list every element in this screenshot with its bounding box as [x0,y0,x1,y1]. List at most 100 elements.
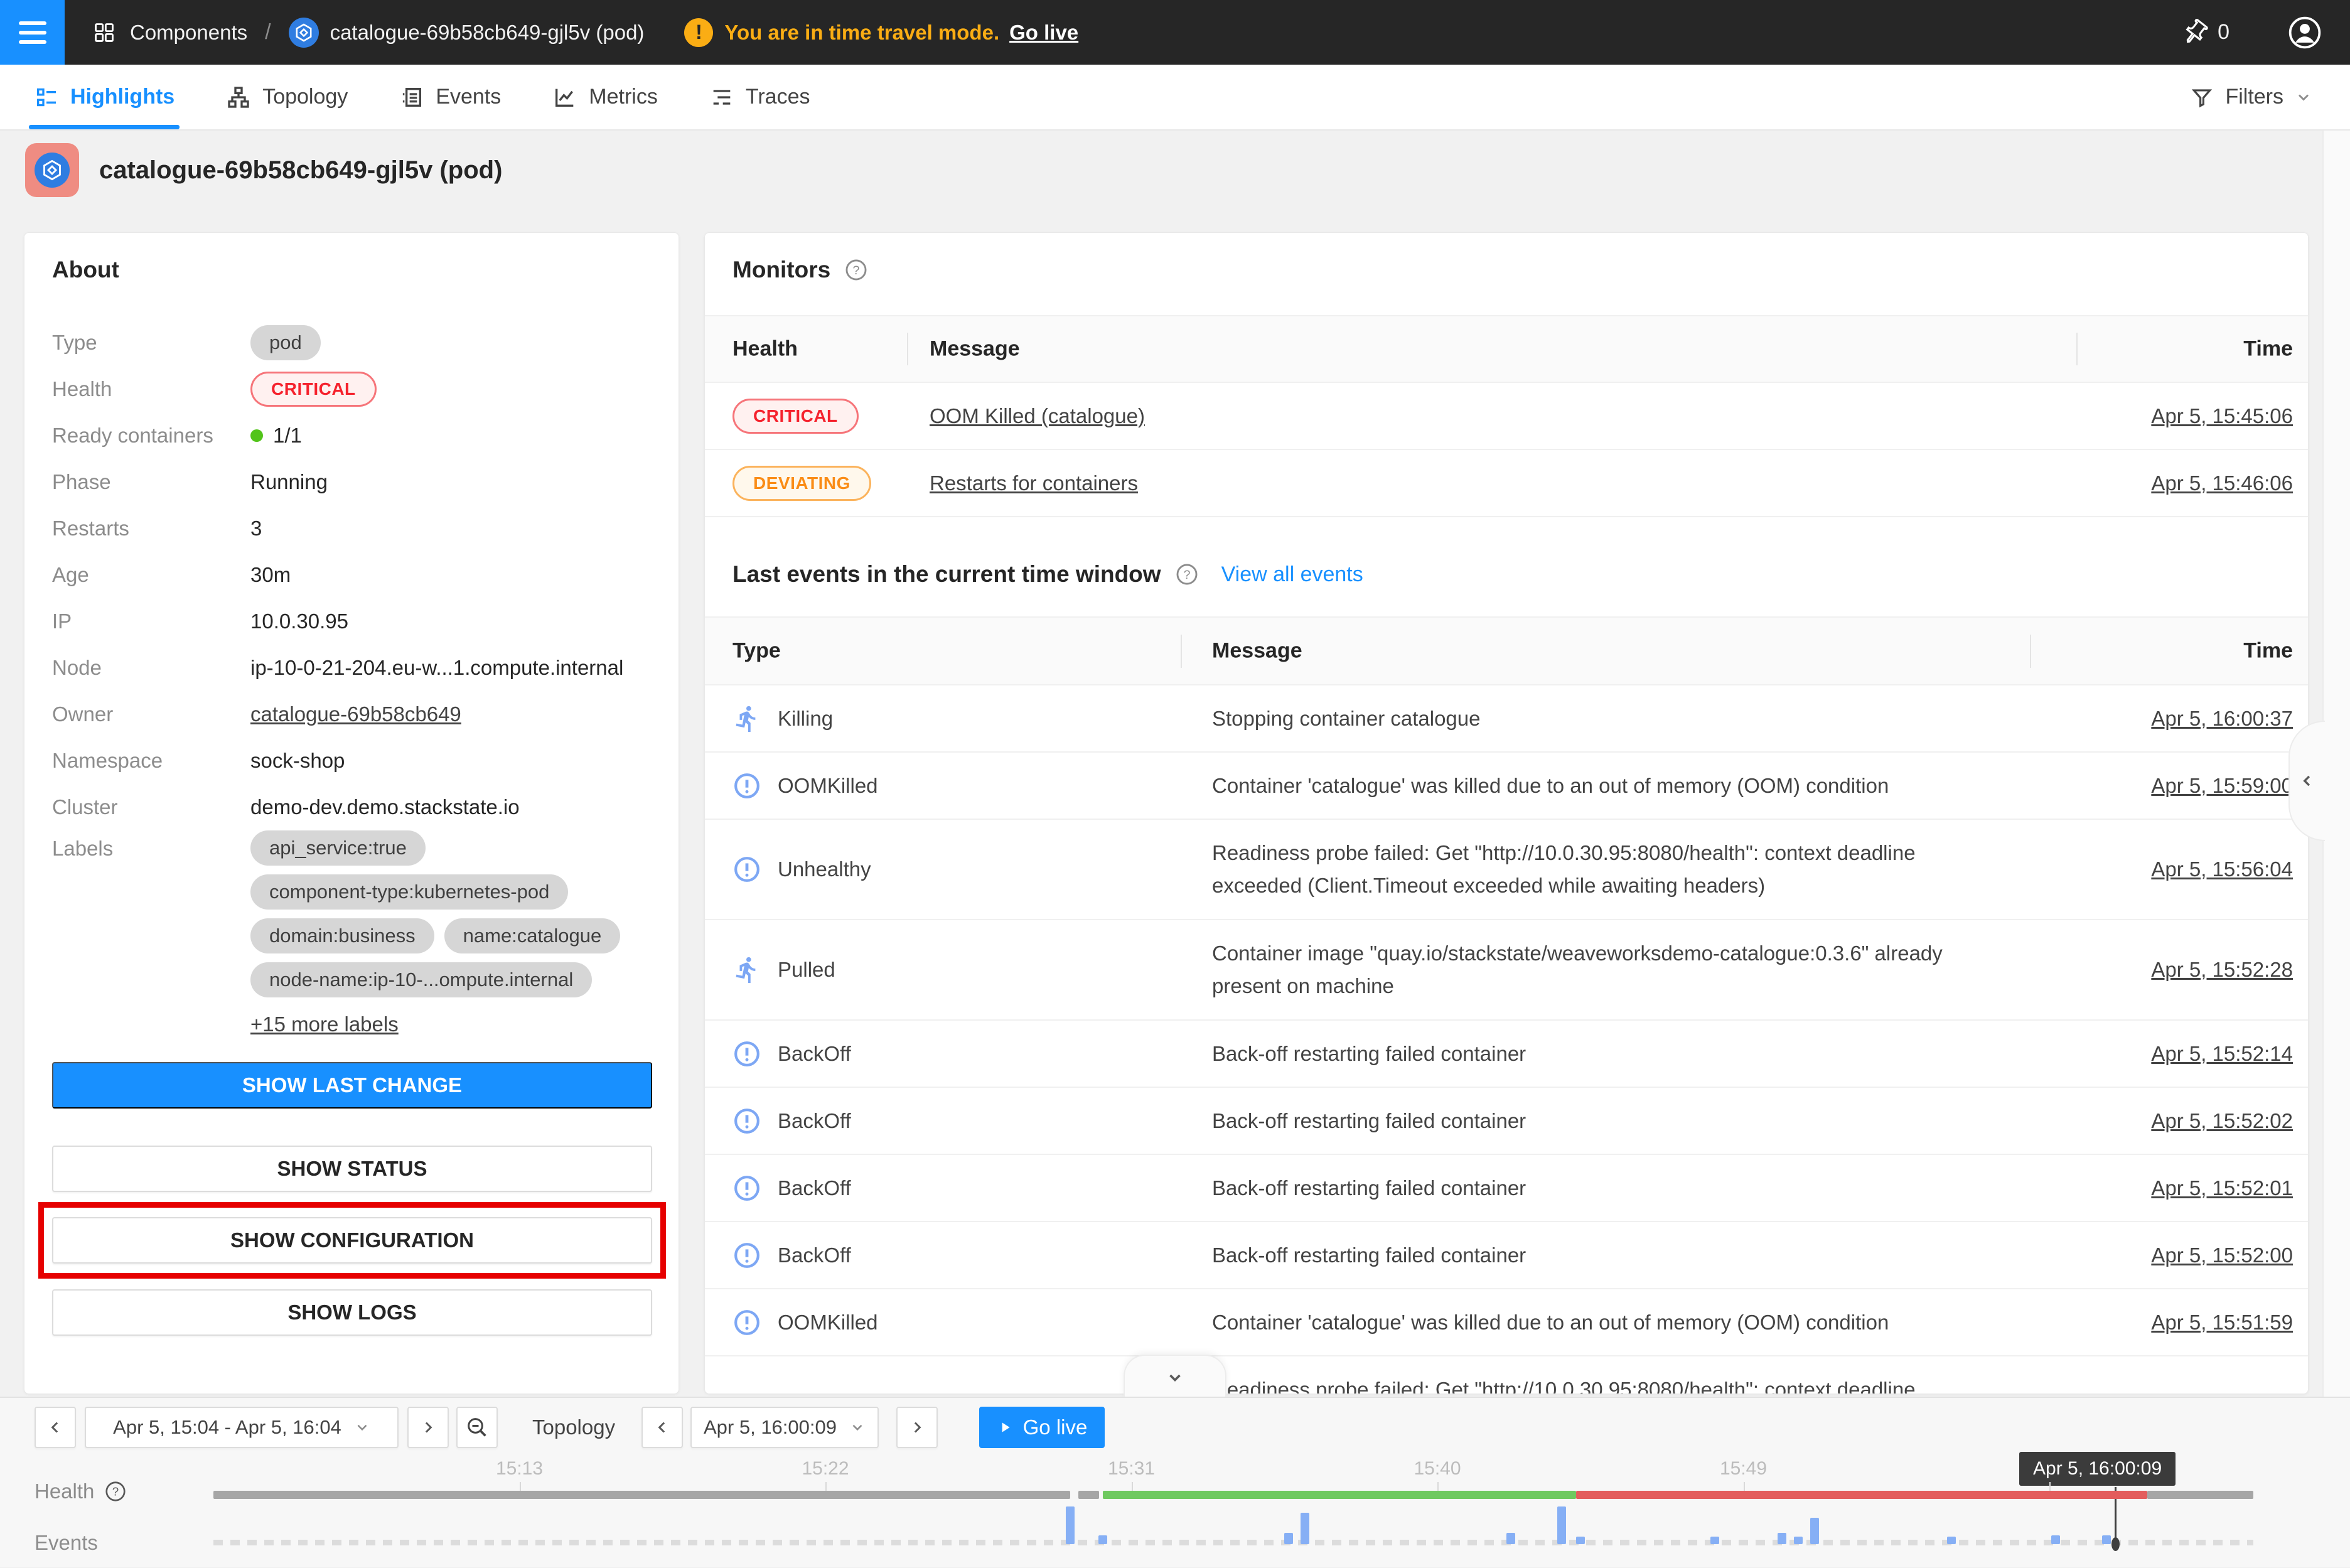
monitor-time-link[interactable]: Apr 5, 15:45:06 [2151,404,2293,428]
tab-traces[interactable]: Traces [706,65,814,129]
event-histogram-bar[interactable] [1506,1533,1515,1544]
event-time-link[interactable]: Apr 5, 15:52:01 [2151,1176,2293,1200]
field-cluster: Clusterdemo-dev.demo.stackstate.io [24,784,679,830]
col-health: Health [732,337,798,362]
event-row: OOMKilled Container 'catalogue' was kill… [705,1289,2308,1356]
tab-topology[interactable]: Topology [222,65,351,129]
field-ready: Ready containers1/1 [24,412,679,459]
monitor-row: DEVIATING Restarts for containers Apr 5,… [705,450,2308,517]
field-age: Age30m [24,552,679,598]
breadcrumb-component-name[interactable]: catalogue-69b58cb649-gjl5v (pod) [330,21,645,45]
health-segment-healthy [1103,1491,1576,1499]
show-logs-button[interactable]: SHOW LOGS [52,1289,652,1336]
event-time-link[interactable]: Apr 5, 15:52:00 [2151,1243,2293,1267]
view-all-events-link[interactable]: View all events [1221,562,1363,587]
filters-button[interactable]: Filters [2190,65,2312,129]
event-histogram-bar[interactable] [1710,1537,1719,1544]
tab-metrics[interactable]: Metrics [549,65,662,129]
time-marker-handle[interactable] [2111,1537,2120,1551]
event-time-link[interactable]: Apr 5, 15:56:04 [2151,857,2293,881]
collapse-timeline-button[interactable] [1124,1355,1226,1399]
tab-events[interactable]: Events [395,65,505,129]
label-pill: node-name:ip-10-...ompute.internal [250,962,592,997]
event-message: Readiness probe failed: Get "http://10.0… [1212,1373,1990,1394]
page-title-row: catalogue-69b58cb649-gjl5v (pod) [25,143,502,197]
range-prev-button[interactable] [35,1407,76,1448]
timeline-bar: Apr 5, 15:04 - Apr 5, 16:04 Topology Apr… [0,1397,2350,1567]
event-histogram-bar[interactable] [1284,1533,1293,1544]
event-time-link[interactable]: Apr 5, 15:51:59 [2151,1311,2293,1334]
events-table-header: Type Message Time [705,616,2308,685]
hamburger-menu-button[interactable] [0,0,65,65]
column-divider [1181,635,1182,668]
help-icon[interactable]: ? [104,1480,127,1503]
column-divider [907,333,908,365]
about-panel: About Typepod HealthCRITICAL Ready conta… [24,232,679,1394]
event-histogram-bar[interactable] [1301,1513,1309,1544]
expand-right-panel-button[interactable] [2288,721,2325,841]
health-segment-critical [1576,1491,2147,1499]
event-time-link[interactable]: Apr 5, 15:52:02 [2151,1109,2293,1133]
event-time-link[interactable]: Apr 5, 15:52:14 [2151,1042,2293,1066]
event-type: Killing [778,707,833,731]
show-status-button[interactable]: SHOW STATUS [52,1146,652,1192]
alert-circle-icon [732,855,761,884]
events-title: Last events in the current time window [732,561,1161,588]
event-histogram-bar[interactable] [1947,1537,1956,1544]
event-histogram-bar[interactable] [1778,1533,1786,1544]
time-travel-message: You are in time travel mode. [724,21,999,45]
alert-circle-icon [732,1039,761,1068]
event-type: Unhealthy [778,857,871,881]
monitor-message-link[interactable]: Restarts for containers [930,471,1138,495]
events-icon [399,85,424,110]
owner-link[interactable]: catalogue-69b58cb649 [250,702,461,726]
health-segment-unknown [213,1491,1070,1499]
runner-icon [732,955,761,984]
tab-highlights[interactable]: Highlights [30,65,178,129]
event-histogram-bar[interactable] [1557,1506,1566,1544]
event-histogram-bar[interactable] [1576,1537,1585,1544]
breadcrumb-components[interactable]: Components [130,21,247,45]
event-time-link[interactable]: Apr 5, 16:00:37 [2151,707,2293,731]
tab-label: Events [436,85,501,109]
timeline-tick-label: 15:22 [802,1458,849,1479]
monitor-time-link[interactable]: Apr 5, 15:46:06 [2151,471,2293,495]
event-time-link[interactable]: Apr 5, 15:52:28 [2151,958,2293,982]
filters-label: Filters [2225,85,2283,109]
about-fields: Typepod HealthCRITICAL Ready containers1… [24,320,679,1043]
event-row: Pulled Container image "quay.io/stacksta… [705,920,2308,1021]
timeline-tick-label: 15:31 [1108,1458,1155,1479]
pin-icon[interactable] [2176,13,2214,52]
breadcrumb-separator: / [265,20,271,45]
event-histogram-bar[interactable] [1066,1506,1075,1544]
event-row: BackOff Back-off restarting failed conta… [705,1088,2308,1155]
alert-circle-icon [732,1241,761,1270]
event-message: Stopping container catalogue [1212,702,1990,735]
monitor-message-link[interactable]: OOM Killed (catalogue) [930,404,1145,428]
user-avatar[interactable] [2287,15,2322,50]
timeline-tick-label: 15:13 [496,1458,543,1479]
chevron-down-icon [2295,89,2312,106]
go-live-link[interactable]: Go live [1009,21,1078,45]
monitor-health-badge: DEVIATING [732,466,871,501]
topology-icon [226,85,251,110]
event-histogram-bar[interactable] [1794,1537,1803,1544]
more-labels-link[interactable]: +15 more labels [250,1006,399,1043]
event-histogram-bar[interactable] [1810,1518,1819,1544]
timeline-track[interactable]: Apr 5, 16:00:09 15:1315:2215:3115:4015:4… [213,1398,2253,1568]
event-time-link[interactable]: Apr 5, 15:59:00 [2151,774,2293,798]
event-histogram-bar[interactable] [1098,1535,1107,1544]
show-last-change-button[interactable]: SHOW LAST CHANGE [52,1062,652,1109]
monitors-title-row: Monitors ? [732,257,868,283]
show-configuration-button[interactable]: SHOW CONFIGURATION [52,1217,652,1264]
about-title: About [52,257,119,283]
event-message: Back-off restarting failed container [1212,1105,1990,1137]
event-histogram-bar[interactable] [2051,1535,2060,1544]
health-axis-label: Health ? [35,1479,127,1503]
event-row: BackOff Back-off restarting failed conta… [705,1155,2308,1222]
event-message: Back-off restarting failed container [1212,1239,1990,1272]
help-icon[interactable]: ? [1175,562,1199,586]
help-icon[interactable]: ? [844,258,868,282]
metrics-icon [552,85,577,110]
event-histogram-bar[interactable] [2102,1535,2111,1544]
